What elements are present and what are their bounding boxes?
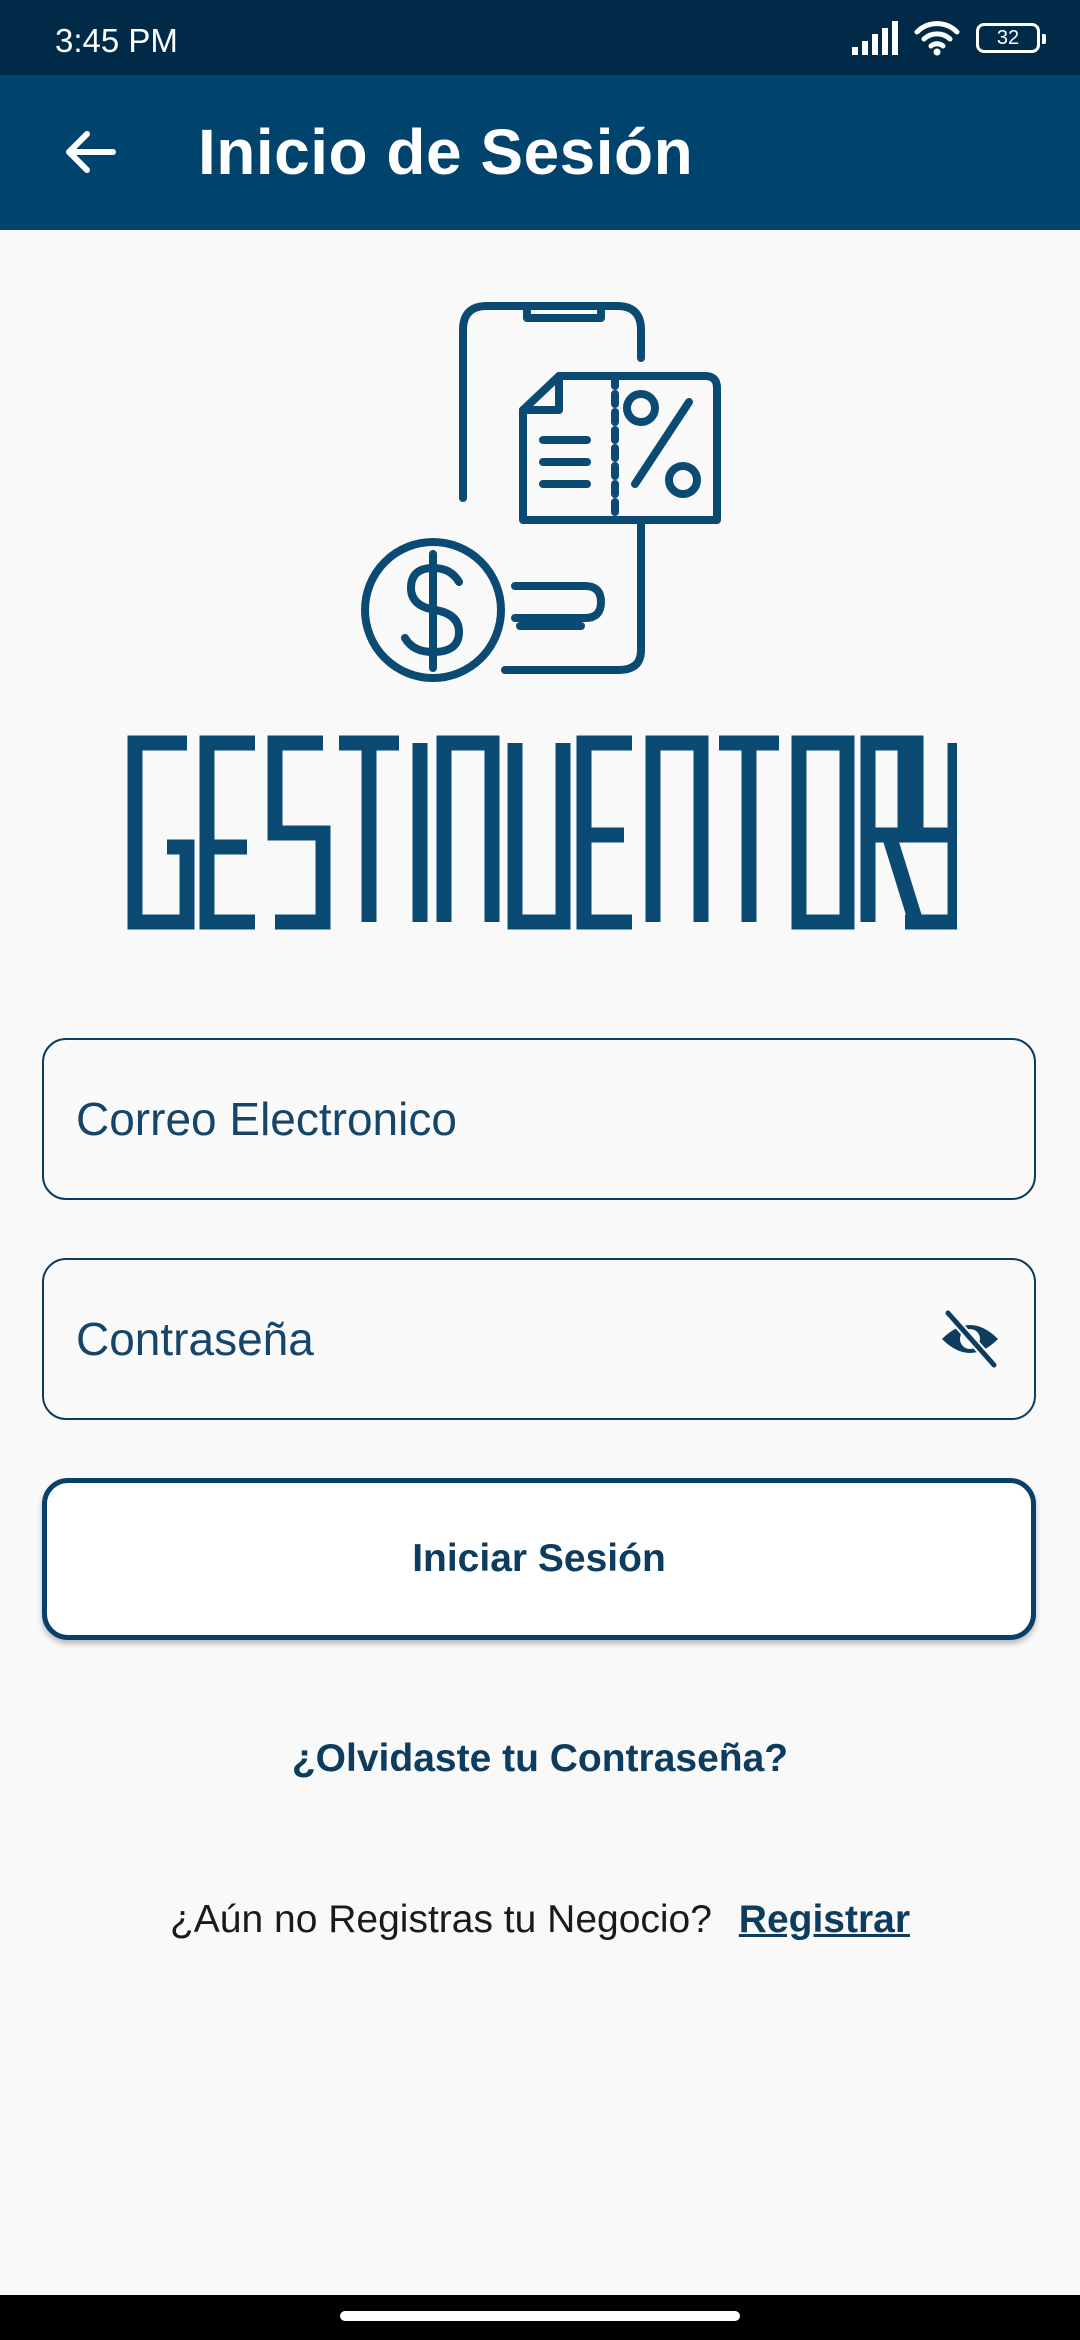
phone-invoice-discount-dollar-icon (361, 302, 721, 682)
battery-level: 32 (996, 26, 1020, 49)
battery-icon: 32 (976, 23, 1046, 53)
register-link[interactable]: Registrar (739, 1898, 910, 1941)
back-button[interactable] (55, 120, 127, 184)
forgot-password-link[interactable]: ¿Olvidaste tu Contraseña? (0, 1737, 1080, 1781)
email-field[interactable]: Correo Electronico (42, 1038, 1036, 1200)
app-bar: Inicio de Sesión (0, 75, 1080, 230)
arrow-left-icon (66, 131, 116, 173)
login-button-label: Iniciar Sesión (412, 1537, 666, 1580)
brand-logo (127, 735, 957, 930)
home-gesture-handle[interactable] (340, 2311, 740, 2321)
register-row: ¿Aún no Registras tu Negocio? Registrar (0, 1898, 1080, 1942)
login-button[interactable]: Iniciar Sesión (42, 1478, 1036, 1640)
password-placeholder: Contraseña (76, 1313, 314, 1365)
password-field[interactable]: Contraseña (42, 1258, 1036, 1420)
eye-off-icon[interactable] (938, 1307, 1002, 1371)
register-prompt: ¿Aún no Registras tu Negocio? (169, 1898, 712, 1941)
email-placeholder: Correo Electronico (76, 1093, 457, 1145)
signal-icon (852, 21, 898, 55)
status-icons: 32 (850, 14, 1046, 62)
wifi-icon (914, 21, 960, 56)
navigation-bar (0, 2295, 1080, 2340)
status-bar: 3:45 PM 32 (0, 0, 1080, 75)
status-time: 3:45 PM (55, 22, 178, 59)
page-title: Inicio de Sesión (198, 116, 694, 188)
